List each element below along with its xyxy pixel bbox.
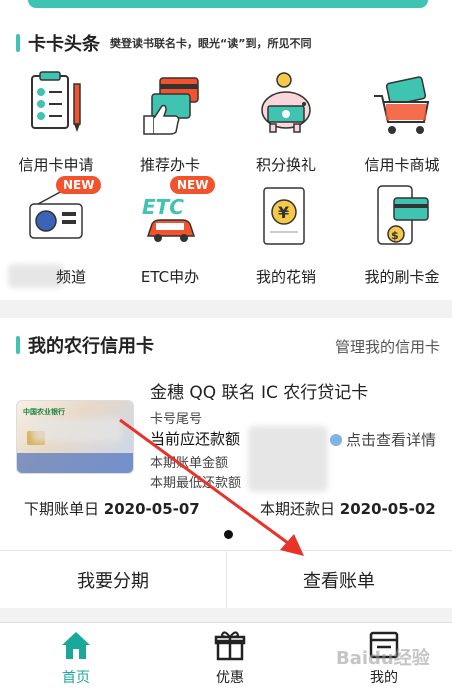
tile-channel[interactable]: NEW 频道 <box>6 176 106 292</box>
gift-icon <box>214 631 246 661</box>
my-credit-card-section: 我的农行信用卡 管理我的信用卡 中国农业银行 金穗 QQ 联名 IC 农行贷记卡… <box>0 318 452 609</box>
tile-recommend-card[interactable]: 推荐办卡 <box>120 70 220 180</box>
services-card: 卡卡头条 樊登读书联名卡，眼光“读”到，所见不同 信用卡申请 推荐办卡 积分换礼… <box>0 18 452 300</box>
svg-text:¥: ¥ <box>278 203 289 222</box>
card-wave-art <box>17 453 133 473</box>
card-bank-name: 中国农业银行 <box>23 408 65 416</box>
tile-points-gift[interactable]: 积分换礼 <box>236 70 336 180</box>
tab-offers-label: 优惠 <box>216 670 244 686</box>
next-bill-date: 下期账单日 2020-05-07 <box>24 498 200 519</box>
tile-my-spending[interactable]: ¥ 我的花销 <box>236 182 336 292</box>
new-badge: NEW <box>170 176 216 194</box>
tile-label: 我的刷卡金 <box>364 268 440 286</box>
next-bill-value: 2020-05-07 <box>103 500 200 518</box>
repay-value: 2020-05-02 <box>339 500 436 518</box>
tile-label: 积分换礼 <box>255 156 316 174</box>
tile-label: ETC申办 <box>140 268 200 286</box>
repay-label: 本期还款日 <box>260 500 336 518</box>
card-tail-label: 卡号尾号 <box>150 412 203 427</box>
tab-mine-label: 我的 <box>370 670 398 686</box>
tile-card-reward[interactable]: $ 我的刷卡金 <box>352 182 452 292</box>
info-dot-icon <box>330 433 342 446</box>
view-details-link[interactable]: 点击查看详情 <box>330 429 436 450</box>
card-name: 金穗 QQ 联名 IC 农行贷记卡 <box>150 383 369 403</box>
shopping-cart-icon <box>374 76 430 134</box>
card-action-row: 我要分期 查看账单 <box>0 550 452 609</box>
top-banner-edge <box>0 0 452 18</box>
view-details-label: 点击查看详情 <box>346 431 437 449</box>
home-icon <box>62 632 90 659</box>
redacted-card-number-blur <box>32 418 122 442</box>
thumbs-up-card-icon <box>143 77 199 135</box>
bill-amount-label: 本期账单金额 <box>150 456 229 471</box>
clipboard-checklist-icon <box>31 71 81 132</box>
manage-cards-link[interactable]: 管理我的信用卡 <box>335 336 440 357</box>
news-headline[interactable]: 樊登读书联名卡，眼光“读”到，所见不同 <box>110 35 311 51</box>
tile-label: 推荐办卡 <box>139 156 200 174</box>
credit-header: 我的农行信用卡 <box>16 334 154 357</box>
piggy-bank-icon <box>261 72 311 133</box>
tile-label: 信用卡商城 <box>364 156 440 174</box>
repay-date: 本期还款日 2020-05-02 <box>260 498 436 519</box>
tile-label: 频道 <box>55 268 86 286</box>
yen-bill-icon: ¥ <box>263 187 305 245</box>
phone-card-icon: $ <box>377 185 429 245</box>
svg-text:$: $ <box>391 229 399 242</box>
news-header[interactable]: 卡卡头条 樊登读书联名卡，眼光“读”到，所见不同 <box>16 32 311 55</box>
baidu-watermark: Baidu经验 <box>336 648 430 669</box>
tile-credit-card-apply[interactable]: 信用卡申请 <box>6 70 106 180</box>
tab-home[interactable]: 首页 <box>16 623 136 689</box>
svg-text:ETC: ETC <box>142 195 184 219</box>
news-title: 卡卡头条 <box>28 34 100 55</box>
redacted-amounts-blur <box>248 426 328 492</box>
min-due-label: 本期最低还款额 <box>150 476 242 491</box>
tile-label: 信用卡申请 <box>18 156 94 174</box>
credit-section-title: 我的农行信用卡 <box>28 336 154 357</box>
tab-offers[interactable]: 优惠 <box>170 623 290 689</box>
tile-etc-apply[interactable]: ETC NEW ETC申办 <box>120 176 220 292</box>
carousel-page-dot[interactable] <box>224 530 233 539</box>
next-bill-label: 下期账单日 <box>24 500 100 518</box>
current-due-label: 当前应还款额 <box>150 430 241 448</box>
installment-button[interactable]: 我要分期 <box>0 551 227 609</box>
view-bill-button[interactable]: 查看账单 <box>226 551 452 609</box>
tile-label: 我的花销 <box>255 268 316 286</box>
new-badge: NEW <box>56 176 102 194</box>
section-accent-bar <box>16 336 20 354</box>
tab-home-label: 首页 <box>62 670 90 686</box>
section-accent-bar <box>16 34 20 52</box>
tile-card-mall[interactable]: 信用卡商城 <box>352 70 452 180</box>
